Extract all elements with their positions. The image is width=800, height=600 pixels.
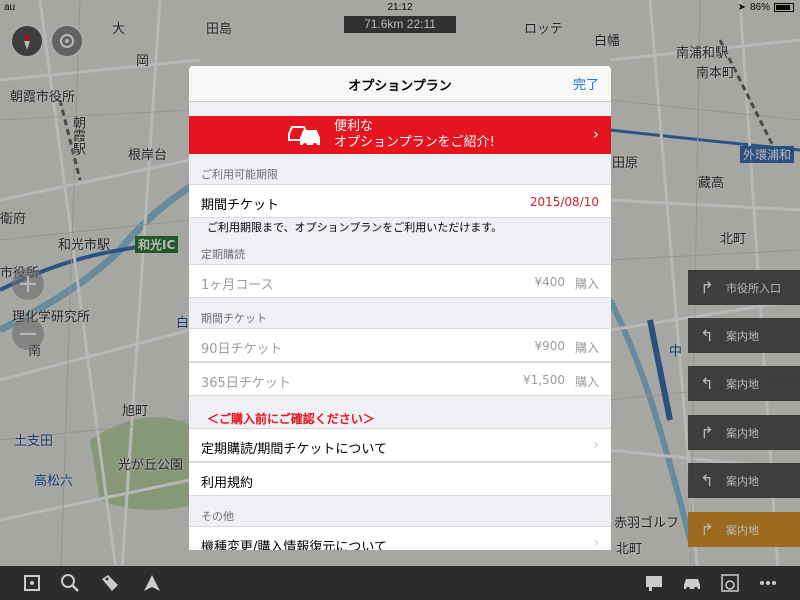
- banner-line2: オプションプランをご紹介!: [334, 135, 495, 150]
- confirm-notice: ＜ご購入前にご確認ください＞: [207, 412, 375, 426]
- expiry-note: ご利用期限まで、オプションプランをご利用いただけます。: [207, 221, 503, 234]
- banner-line1: 便利な: [334, 119, 374, 134]
- car-button[interactable]: [680, 571, 704, 595]
- traffic-info-button[interactable]: [642, 571, 666, 595]
- buy-button[interactable]: 購入: [575, 373, 599, 390]
- ticket-row[interactable]: 365日チケット ¥1,500 購入: [189, 362, 611, 396]
- plan-price: ¥1,500: [523, 373, 565, 387]
- off-button[interactable]: [718, 571, 742, 595]
- bottom-toolbar: [0, 566, 800, 600]
- search-button[interactable]: [58, 571, 82, 595]
- car-icon: [684, 579, 700, 591]
- navigation-arrow-icon: [144, 575, 160, 591]
- chevron-right-icon: ›: [593, 125, 599, 143]
- frame-icon: [24, 575, 40, 591]
- off-icon: [721, 574, 739, 592]
- chevron-right-icon: ›: [593, 535, 599, 550]
- more-dots-icon: [760, 581, 776, 585]
- section-header-ticket: 期間チケット: [201, 312, 267, 325]
- info-row[interactable]: 定期購読/期間チケットについて ›: [189, 428, 611, 462]
- cars-icon: [288, 126, 320, 147]
- info-label: 利用規約: [201, 476, 254, 491]
- buy-button[interactable]: 購入: [575, 339, 599, 356]
- other-label: 機種変更/購入情報復元について: [201, 540, 387, 550]
- plan-label: 365日チケット: [201, 376, 291, 391]
- chevron-right-icon: ›: [593, 437, 599, 453]
- info-row[interactable]: 利用規約: [189, 462, 611, 496]
- plan-label: 90日チケット: [201, 342, 283, 357]
- promo-banner[interactable]: 便利な オプションプランをご紹介! ›: [189, 116, 611, 154]
- buy-button[interactable]: 購入: [575, 275, 599, 292]
- tag-button[interactable]: [98, 571, 122, 595]
- plan-label: 1ヶ月コース: [201, 278, 274, 293]
- option-plan-dialog: オプションプラン 完了 便利な オプションプランをご紹介! › ご利用可能期限 …: [189, 66, 611, 550]
- section-header-subscription: 定期購読: [201, 248, 245, 261]
- subscription-row[interactable]: 1ヶ月コース ¥400 購入: [189, 264, 611, 298]
- expiry-label: 期間チケット: [201, 198, 280, 213]
- navigate-button[interactable]: [140, 571, 164, 595]
- banner-text: 便利な オプションプランをご紹介!: [334, 119, 495, 151]
- other-row[interactable]: 機種変更/購入情報復元について ›: [189, 526, 611, 550]
- info-label: 定期購読/期間チケットについて: [201, 442, 387, 457]
- dialog-header: オプションプラン 完了: [189, 66, 611, 102]
- more-button[interactable]: [756, 571, 780, 595]
- expiry-date: 2015/08/10: [529, 195, 599, 209]
- plan-price: ¥900: [534, 339, 565, 353]
- done-button[interactable]: 完了: [573, 74, 599, 93]
- ticket-row[interactable]: 90日チケット ¥900 購入: [189, 328, 611, 362]
- fit-view-button[interactable]: [20, 571, 44, 595]
- search-icon: [61, 574, 79, 592]
- section-header-expiry: ご利用可能期限: [201, 168, 278, 181]
- tag-icon: [102, 575, 118, 591]
- dialog-title: オプションプラン: [348, 79, 452, 94]
- traffic-icon: [646, 576, 662, 591]
- plan-price: ¥400: [534, 275, 565, 289]
- expiry-row: 期間チケット 2015/08/10: [189, 184, 611, 218]
- section-header-other: その他: [201, 510, 234, 523]
